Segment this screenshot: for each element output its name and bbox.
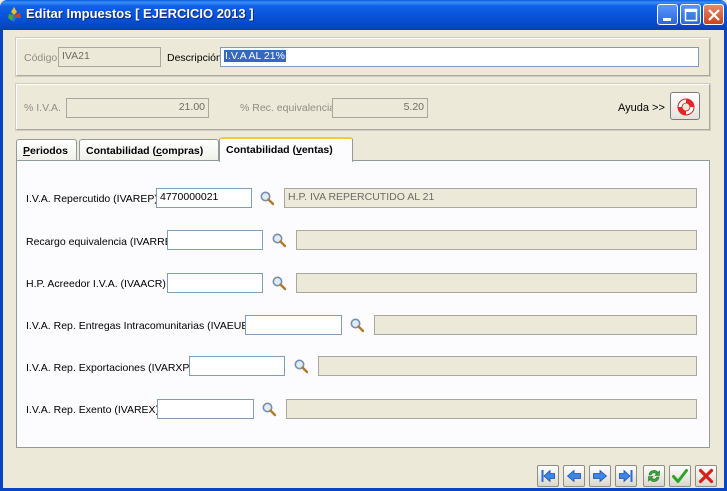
rec-percent-field: 5.20	[332, 98, 428, 118]
close-button[interactable]	[703, 4, 724, 25]
iva-label: % I.V.A.	[24, 102, 61, 114]
rec-label: % Rec. equivalencia	[240, 102, 336, 114]
next-record-icon	[593, 469, 608, 483]
last-record-icon	[619, 469, 633, 483]
help-button[interactable]	[670, 92, 700, 120]
tab-contabilidad-ventas[interactable]: Contabilidad (ventas)	[219, 137, 353, 162]
minimize-button[interactable]	[657, 4, 678, 25]
maximize-icon	[684, 8, 698, 22]
app-logo-icon	[8, 7, 21, 22]
help-label[interactable]: Ayuda >>	[618, 102, 665, 114]
first-record-button[interactable]	[537, 465, 559, 487]
tab-label-pre: Contabilidad (	[86, 145, 156, 157]
account-desc-ivarex	[286, 399, 697, 419]
tab-label-post: ompras)	[161, 145, 204, 157]
account-code-ivaacr[interactable]	[167, 273, 263, 293]
account-desc-ivaacr	[296, 273, 697, 293]
tab-periodos[interactable]: Periodos	[16, 139, 77, 161]
previous-record-button[interactable]	[563, 465, 585, 487]
account-desc-ivaeue	[374, 315, 697, 335]
magnifier-icon[interactable]	[259, 190, 275, 206]
codigo-label: Código	[24, 52, 58, 64]
account-label-ivarep: I.V.A. Repercutido (IVAREP)	[26, 193, 158, 205]
descripcion-label: Descripción	[167, 52, 222, 64]
close-icon	[708, 9, 720, 21]
magnifier-icon[interactable]	[293, 358, 309, 374]
magnifier-icon[interactable]	[271, 232, 287, 248]
codigo-field: IVA21	[58, 47, 161, 67]
descripcion-field[interactable]: I.V.A AL 21%	[220, 47, 699, 67]
account-label-ivarex: I.V.A. Rep. Exento (IVAREX)	[26, 404, 160, 416]
account-code-ivaeue[interactable]	[245, 315, 342, 335]
magnifier-icon[interactable]	[349, 317, 365, 333]
tab-label-post: entas)	[301, 144, 333, 156]
account-label-ivaacr: H.P. Acreedor I.V.A. (IVAACR)	[26, 278, 166, 290]
checkmark-icon	[672, 469, 688, 483]
cancel-button[interactable]	[695, 465, 717, 487]
window-title: Editar Impuestos [ EJERCICIO 2013 ]	[26, 6, 254, 21]
title-bar[interactable]: Editar Impuestos [ EJERCICIO 2013 ]	[0, 0, 727, 30]
minimize-icon	[663, 18, 671, 21]
lifebuoy-icon	[677, 98, 695, 116]
descripcion-value: I.V.A AL 21%	[224, 50, 286, 62]
maximize-button[interactable]	[680, 4, 701, 25]
magnifier-icon[interactable]	[271, 275, 287, 291]
tab-label-pre: Contabilidad (	[226, 144, 296, 156]
iva-percent-field: 21.00	[66, 98, 209, 118]
account-label-ivaeue: I.V.A. Rep. Entregas Intracomunitarias (…	[26, 320, 252, 332]
account-label-ivarxp: I.V.A. Rep. Exportaciones (IVARXP)	[26, 362, 193, 374]
previous-record-icon	[566, 469, 581, 483]
account-code-ivarre[interactable]	[167, 230, 263, 250]
account-desc-ivarre	[296, 230, 697, 250]
account-label-ivarre: Recargo equivalencia (IVARRE)	[26, 236, 176, 248]
next-record-button[interactable]	[589, 465, 611, 487]
tab-label-post: eriodos	[30, 145, 68, 157]
tab-contabilidad-compras[interactable]: Contabilidad (compras)	[79, 139, 219, 161]
accept-button[interactable]	[669, 465, 691, 487]
refresh-icon	[648, 470, 660, 482]
account-code-ivarex[interactable]	[157, 399, 254, 419]
magnifier-icon[interactable]	[261, 401, 277, 417]
account-desc-ivarxp	[318, 356, 697, 376]
account-code-ivarep[interactable]: 4770000021	[156, 188, 252, 208]
account-code-ivarxp[interactable]	[189, 356, 285, 376]
account-desc-ivarep: H.P. IVA REPERCUTIDO AL 21	[284, 188, 697, 208]
cancel-x-icon	[698, 468, 714, 484]
last-record-button[interactable]	[615, 465, 637, 487]
refresh-button[interactable]	[643, 465, 665, 487]
tab-label-key: P	[23, 145, 31, 157]
first-record-icon	[541, 469, 555, 483]
